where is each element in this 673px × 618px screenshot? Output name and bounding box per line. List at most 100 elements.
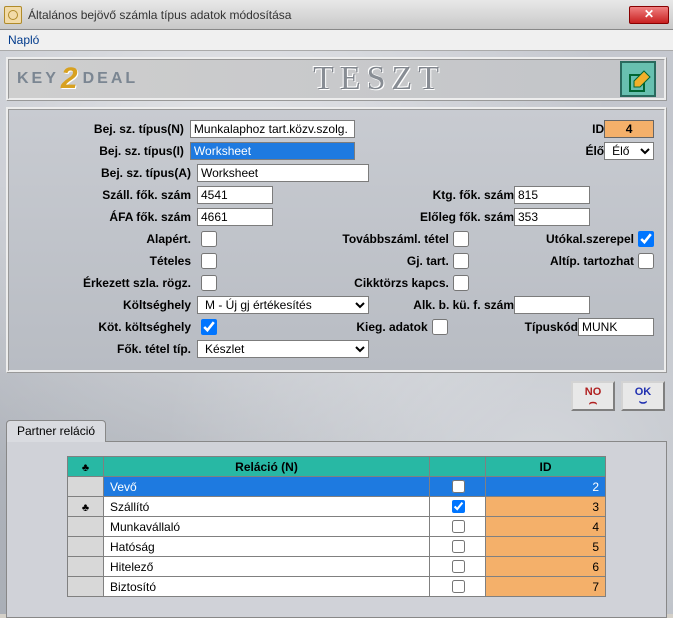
form-panel: Bej. sz. típus(N) ID Bej. sz. típus(I) É… bbox=[6, 107, 667, 373]
col-id[interactable]: ID bbox=[486, 457, 606, 477]
logo: KEY 2 DEAL bbox=[17, 62, 138, 96]
relation-check-cell[interactable] bbox=[430, 497, 486, 517]
close-icon[interactable]: ✕ bbox=[629, 6, 669, 24]
window-title: Általános bejövő számla típus adatok mód… bbox=[28, 8, 629, 22]
col-selector[interactable]: ♣ bbox=[68, 457, 104, 477]
relation-name: Vevő bbox=[104, 477, 430, 497]
cikk-check[interactable] bbox=[453, 275, 469, 291]
row-header[interactable]: ♣ bbox=[68, 497, 104, 517]
row-header[interactable] bbox=[68, 557, 104, 577]
fot-label: Fők. tétel típ. bbox=[19, 342, 197, 356]
id-label: ID bbox=[518, 122, 604, 136]
kieg-label: Kieg. adatok bbox=[318, 320, 428, 334]
type-n-input[interactable] bbox=[190, 120, 355, 138]
table-row[interactable]: ♣ Szállító 3 bbox=[68, 497, 606, 517]
table-row[interactable]: Munkavállaló4 bbox=[68, 517, 606, 537]
type-i-input[interactable] bbox=[190, 142, 355, 160]
club-icon: ♣ bbox=[82, 502, 89, 514]
dialog-buttons: NO ⌢ OK ⌣ bbox=[6, 381, 667, 411]
relation-check-cell[interactable] bbox=[430, 537, 486, 557]
table-row[interactable]: Biztosító 7 bbox=[68, 577, 606, 597]
smile-icon: ⌣ bbox=[639, 398, 648, 406]
frown-icon: ⌢ bbox=[589, 398, 598, 406]
erk-label: Érkezett szla. rögz. bbox=[19, 276, 197, 290]
relation-check[interactable] bbox=[452, 480, 465, 493]
tab-partner-relacio[interactable]: Partner reláció bbox=[6, 420, 106, 442]
relation-check[interactable] bbox=[452, 560, 465, 573]
id-field bbox=[604, 120, 654, 138]
relation-check-cell[interactable] bbox=[430, 557, 486, 577]
relation-id: 2 bbox=[486, 477, 606, 497]
gj-label: Gj. tart. bbox=[309, 254, 449, 268]
alap-check[interactable] bbox=[201, 231, 217, 247]
relation-id: 4 bbox=[486, 517, 606, 537]
relation-id: 6 bbox=[486, 557, 606, 577]
relation-name: Biztosító bbox=[104, 577, 430, 597]
tab-area: Partner reláció ♣ Reláció (N) ID Vevő2♣S… bbox=[6, 419, 667, 618]
row-header[interactable] bbox=[68, 537, 104, 557]
utokal-label: Utókal.szerepel bbox=[524, 232, 634, 246]
table-row[interactable]: Hatóság5 bbox=[68, 537, 606, 557]
ktg-fsz-input[interactable] bbox=[514, 186, 590, 204]
elo-select[interactable]: Élő bbox=[604, 142, 654, 160]
watermark-text: TESZT bbox=[138, 60, 620, 98]
row-header[interactable] bbox=[68, 477, 104, 497]
ok-button[interactable]: OK ⌣ bbox=[621, 381, 665, 411]
no-button[interactable]: NO ⌢ bbox=[571, 381, 615, 411]
altip-check[interactable] bbox=[638, 253, 654, 269]
altip-label: Altíp. tartozhat bbox=[524, 254, 634, 268]
gj-check[interactable] bbox=[453, 253, 469, 269]
type-a-label: Bej. sz. típus(A) bbox=[19, 166, 197, 180]
eloleg-input[interactable] bbox=[514, 208, 590, 226]
kieg-check[interactable] bbox=[432, 319, 448, 335]
type-n-label: Bej. sz. típus(N) bbox=[19, 122, 190, 136]
utokal-check[interactable] bbox=[638, 231, 654, 247]
relation-grid: ♣ Reláció (N) ID Vevő2♣Szállító3Munkavál… bbox=[67, 456, 606, 597]
tovabb-check[interactable] bbox=[453, 231, 469, 247]
szall-input[interactable] bbox=[197, 186, 273, 204]
afa-input[interactable] bbox=[197, 208, 273, 226]
tovabb-label: Továbbszáml. tétel bbox=[309, 232, 449, 246]
col-relacio[interactable]: Reláció (N) bbox=[104, 457, 430, 477]
table-row[interactable]: Hitelező 6 bbox=[68, 557, 606, 577]
relation-id: 3 bbox=[486, 497, 606, 517]
relation-name: Hatóság bbox=[104, 537, 430, 557]
relation-check[interactable] bbox=[452, 540, 465, 553]
col-check[interactable] bbox=[430, 457, 486, 477]
erk-check[interactable] bbox=[201, 275, 217, 291]
logo-two-icon: 2 bbox=[61, 62, 81, 96]
ktg-hely-select[interactable]: M - Új gj értékesítés bbox=[197, 296, 369, 314]
relation-check-cell[interactable] bbox=[430, 577, 486, 597]
relation-name: Szállító bbox=[104, 497, 430, 517]
relation-check[interactable] bbox=[452, 520, 465, 533]
relation-name: Hitelező bbox=[104, 557, 430, 577]
table-row[interactable]: Vevő 2 bbox=[68, 477, 606, 497]
teteles-check[interactable] bbox=[201, 253, 217, 269]
relation-check-cell[interactable] bbox=[430, 477, 486, 497]
alk-input[interactable] bbox=[514, 296, 590, 314]
relation-check-cell[interactable] bbox=[430, 517, 486, 537]
relation-check[interactable] bbox=[452, 500, 465, 513]
teteles-label: Tételes bbox=[19, 254, 197, 268]
type-i-label: Bej. sz. típus(I) bbox=[19, 144, 190, 158]
tab-body: ♣ Reláció (N) ID Vevő2♣Szállító3Munkavál… bbox=[6, 441, 667, 618]
eloleg-label: Előleg fők. szám bbox=[384, 210, 514, 224]
fot-select[interactable]: Készlet bbox=[197, 340, 369, 358]
edit-mode-button[interactable] bbox=[620, 61, 656, 97]
elo-label: Élő bbox=[518, 144, 604, 158]
szall-label: Száll. fők. szám bbox=[19, 188, 197, 202]
logo-deal: DEAL bbox=[83, 70, 139, 88]
row-header[interactable] bbox=[68, 517, 104, 537]
row-header[interactable] bbox=[68, 577, 104, 597]
titlebar: Általános bejövő számla típus adatok mód… bbox=[0, 0, 673, 30]
app-icon bbox=[4, 6, 22, 24]
kot-check[interactable] bbox=[201, 319, 217, 335]
tipuskod-label: Típuskód bbox=[498, 320, 578, 334]
relation-check[interactable] bbox=[452, 580, 465, 593]
tipuskod-input[interactable] bbox=[578, 318, 654, 336]
afa-label: ÁFA fők. szám bbox=[19, 210, 197, 224]
menu-naplo[interactable]: Napló bbox=[8, 33, 39, 47]
ktg-fsz-label: Ktg. fők. szám bbox=[384, 188, 514, 202]
type-a-input[interactable] bbox=[197, 164, 369, 182]
relation-id: 7 bbox=[486, 577, 606, 597]
